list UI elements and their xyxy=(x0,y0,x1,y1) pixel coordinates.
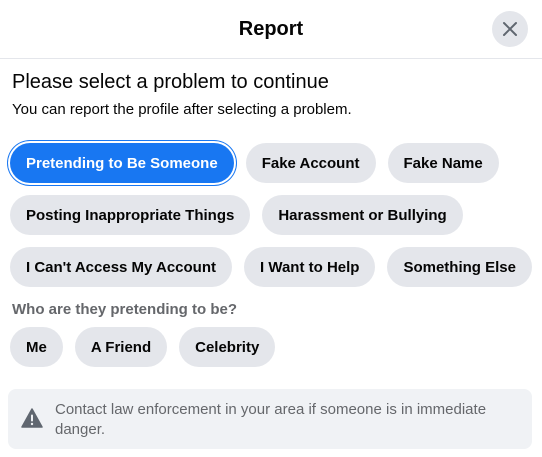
problem-row: I Can't Access My Account I Want to Help… xyxy=(10,247,532,287)
problem-subheading: You can report the profile after selecti… xyxy=(12,101,352,118)
close-icon xyxy=(503,22,517,36)
followup-chip-celebrity[interactable]: Celebrity xyxy=(179,327,276,367)
notice-text: Contact law enforcement in your area if … xyxy=(55,401,487,438)
safety-notice: Contact law enforcement in your area if … xyxy=(8,389,532,449)
problem-chip-want-to-help[interactable]: I Want to Help xyxy=(244,247,376,287)
problem-chip-cant-access[interactable]: I Can't Access My Account xyxy=(10,247,233,287)
report-dialog: Report Please select a problem to contin… xyxy=(0,0,542,457)
problem-chip-harassment[interactable]: Harassment or Bullying xyxy=(262,195,463,235)
problem-chip-fake-name[interactable]: Fake Name xyxy=(387,143,499,183)
problem-chip-pretending[interactable]: Pretending to Be Someone xyxy=(10,143,234,183)
followup-row: Me A Friend Celebrity xyxy=(10,327,276,367)
problem-row: Pretending to Be Someone Fake Account Fa… xyxy=(10,143,499,183)
problem-heading: Please select a problem to continue xyxy=(12,71,329,93)
problem-chip-something-else[interactable]: Something Else xyxy=(387,247,532,287)
warning-icon xyxy=(21,408,43,428)
followup-question: Who are they pretending to be? xyxy=(12,301,238,318)
dialog-title: Report xyxy=(238,18,304,40)
problem-chip-inappropriate[interactable]: Posting Inappropriate Things xyxy=(10,195,251,235)
problem-chip-fake-account[interactable]: Fake Account xyxy=(245,143,376,183)
dialog-header: Report xyxy=(0,0,542,59)
followup-chip-friend[interactable]: A Friend xyxy=(74,327,168,367)
problem-row: Posting Inappropriate Things Harassment … xyxy=(10,195,463,235)
close-button[interactable] xyxy=(492,11,528,47)
followup-chip-me[interactable]: Me xyxy=(10,327,63,367)
